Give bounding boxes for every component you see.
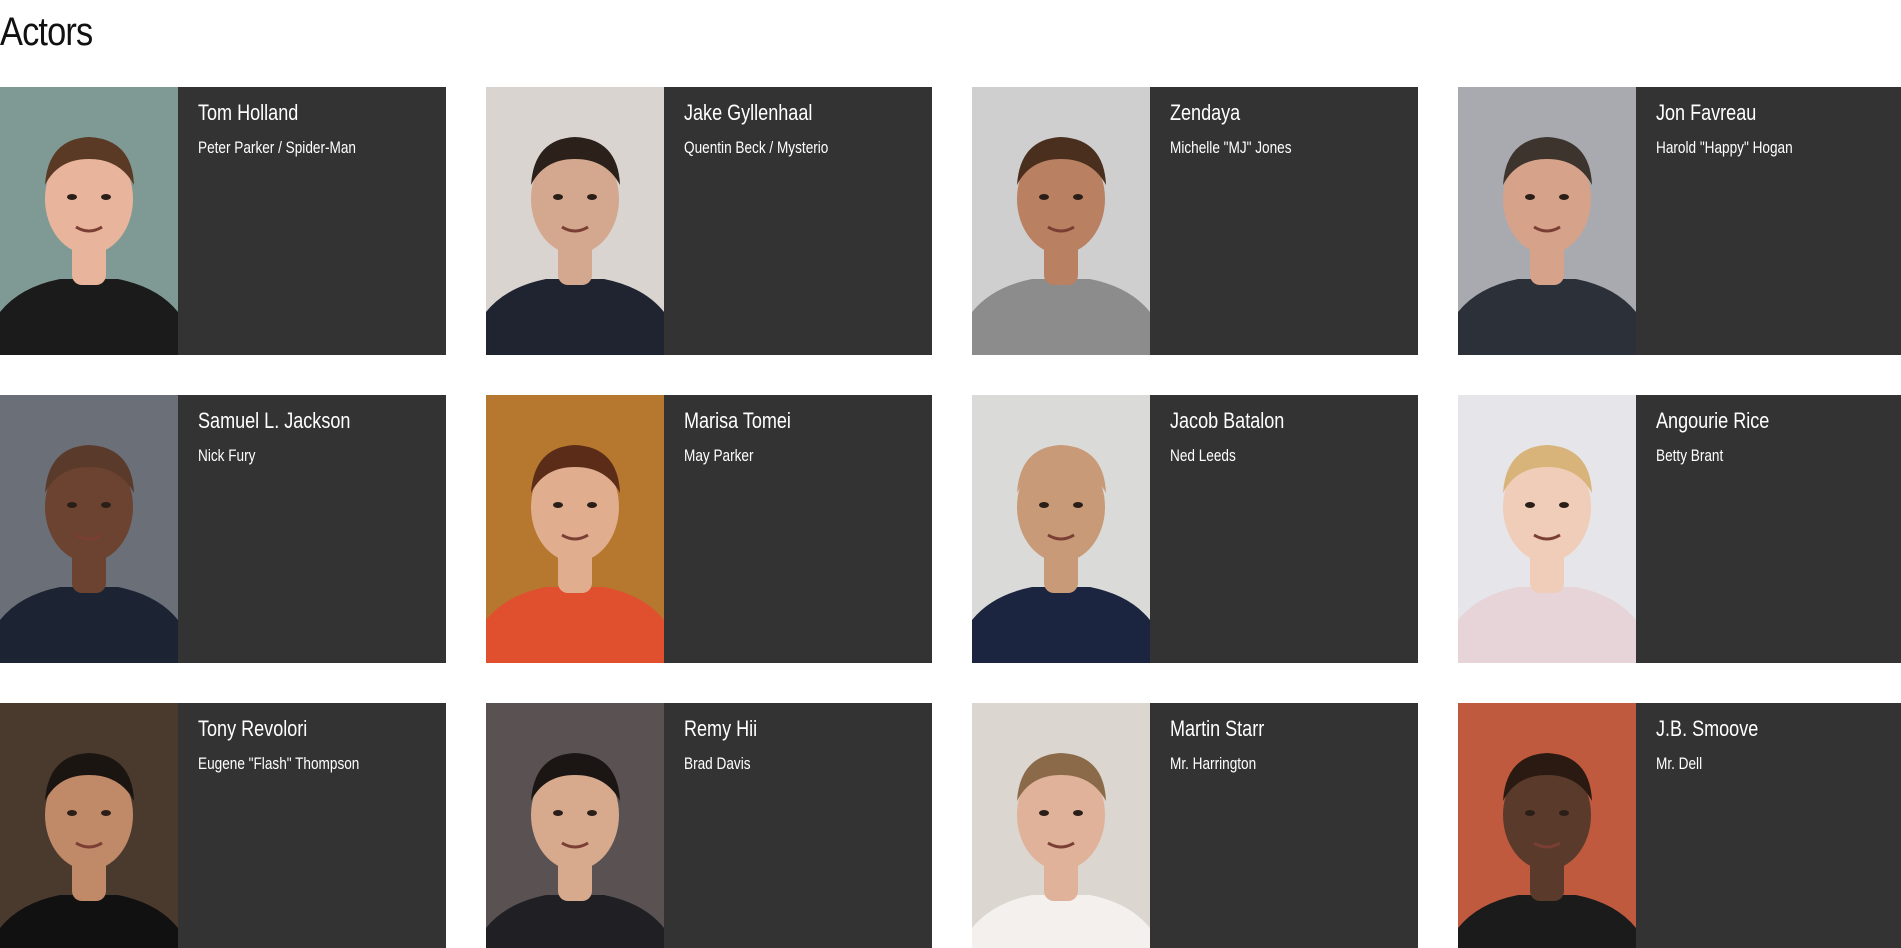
actor-photo <box>486 395 664 663</box>
actor-photo <box>0 703 178 948</box>
actor-info: Jake Gyllenhaal Quentin Beck / Mysterio <box>664 87 884 355</box>
actor-photo <box>972 703 1150 948</box>
actor-photo <box>1458 395 1636 663</box>
actor-name: Martin Starr <box>1170 716 1265 741</box>
actor-info: Remy Hii Brad Davis <box>664 703 793 948</box>
actor-card[interactable]: Jacob Batalon Ned Leeds <box>972 395 1418 663</box>
page-title: Actors <box>0 10 93 54</box>
actor-name: Angourie Rice <box>1656 408 1770 433</box>
actor-photo <box>0 395 178 663</box>
actor-name: Samuel L. Jackson <box>198 408 351 433</box>
actor-name: J.B. Smoove <box>1656 716 1759 741</box>
actor-role: May Parker <box>684 446 754 465</box>
actor-name: Jacob Batalon <box>1170 408 1285 433</box>
actor-info: Martin Starr Mr. Harrington <box>1150 703 1305 948</box>
actor-role: Mr. Harrington <box>1170 754 1257 773</box>
actor-photo <box>972 395 1150 663</box>
actor-role: Eugene "Flash" Thompson <box>198 754 360 773</box>
actor-role: Quentin Beck / Mysterio <box>684 138 829 157</box>
actor-info: Tom Holland Peter Parker / Spider-Man <box>178 87 415 355</box>
actor-card[interactable]: J.B. Smoove Mr. Dell <box>1458 703 1901 948</box>
actor-name: Zendaya <box>1170 100 1241 125</box>
actor-card[interactable]: Jake Gyllenhaal Quentin Beck / Mysterio <box>486 87 932 355</box>
actor-name: Marisa Tomei <box>684 408 791 433</box>
actor-info: Jon Favreau Harold "Happy" Hogan <box>1636 87 1847 355</box>
actor-info: Tony Revolori Eugene "Flash" Thompson <box>178 703 420 948</box>
actor-info: J.B. Smoove Mr. Dell <box>1636 703 1801 948</box>
actor-photo <box>972 87 1150 355</box>
actor-grid: Tom Holland Peter Parker / Spider-Man Ja… <box>0 87 1901 948</box>
actor-card[interactable]: Samuel L. Jackson Nick Fury <box>0 395 446 663</box>
actor-photo <box>1458 87 1636 355</box>
actor-info: Samuel L. Jackson Nick Fury <box>178 395 404 663</box>
actor-role: Mr. Dell <box>1656 754 1703 773</box>
actor-info: Angourie Rice Betty Brant <box>1636 395 1814 663</box>
actor-role: Harold "Happy" Hogan <box>1656 138 1793 157</box>
actor-card[interactable]: Marisa Tomei May Parker <box>486 395 932 663</box>
actor-role: Ned Leeds <box>1170 446 1236 465</box>
actor-info: Marisa Tomei May Parker <box>664 395 834 663</box>
actor-role: Michelle "MJ" Jones <box>1170 138 1292 157</box>
actor-card[interactable]: Tony Revolori Eugene "Flash" Thompson <box>0 703 446 948</box>
actor-card[interactable]: Martin Starr Mr. Harrington <box>972 703 1418 948</box>
actor-name: Jon Favreau <box>1656 100 1757 125</box>
actor-name: Jake Gyllenhaal <box>684 100 813 125</box>
actor-role: Betty Brant <box>1656 446 1724 465</box>
actor-info: Jacob Batalon Ned Leeds <box>1150 395 1329 663</box>
actor-card[interactable]: Angourie Rice Betty Brant <box>1458 395 1901 663</box>
actor-name: Tom Holland <box>198 100 299 125</box>
actor-info: Zendaya Michelle "MJ" Jones <box>1150 87 1342 355</box>
actor-card[interactable]: Remy Hii Brad Davis <box>486 703 932 948</box>
actor-card[interactable]: Jon Favreau Harold "Happy" Hogan <box>1458 87 1901 355</box>
actor-photo <box>486 87 664 355</box>
actor-name: Tony Revolori <box>198 716 308 741</box>
actor-role: Nick Fury <box>198 446 256 465</box>
actor-card[interactable]: Tom Holland Peter Parker / Spider-Man <box>0 87 446 355</box>
actor-photo <box>0 87 178 355</box>
actor-photo <box>486 703 664 948</box>
actor-role: Peter Parker / Spider-Man <box>198 138 356 157</box>
actor-photo <box>1458 703 1636 948</box>
actor-name: Remy Hii <box>684 716 758 741</box>
actor-card[interactable]: Zendaya Michelle "MJ" Jones <box>972 87 1418 355</box>
actor-role: Brad Davis <box>684 754 751 773</box>
